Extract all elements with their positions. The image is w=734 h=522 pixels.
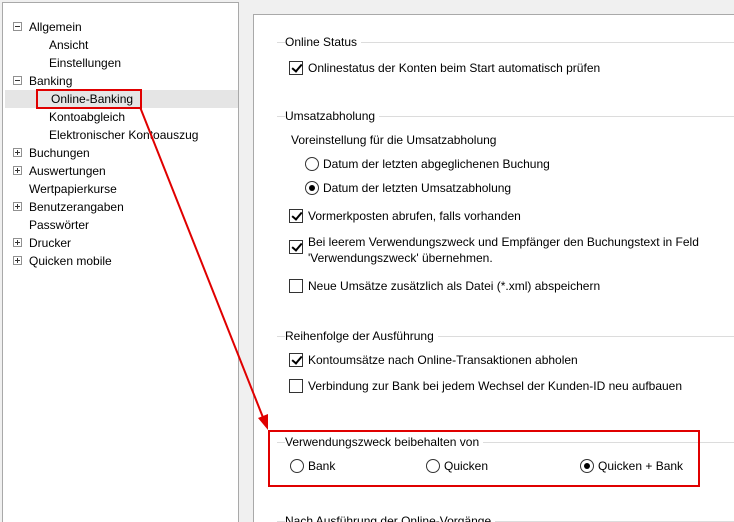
group-title: Online Status — [285, 34, 362, 50]
settings-tree[interactable]: Allgemein Ansicht Einstellungen Banking … — [2, 2, 239, 522]
highlight-box-online-banking — [36, 89, 142, 109]
expand-icon[interactable] — [13, 238, 22, 247]
group-reihenfolge: Reihenfolge der Ausführung — [277, 328, 734, 344]
tree-item-kontoabgleich[interactable]: Kontoabgleich — [47, 108, 127, 126]
group-online-status: Online Status — [277, 34, 734, 50]
auto-check-status-checkbox[interactable]: Onlinestatus der Konten beim Start autom… — [289, 60, 600, 76]
highlight-box-verwendungszweck — [268, 430, 700, 487]
tree-item-drucker[interactable]: Drucker — [13, 234, 73, 252]
tree-item-benutzerangaben[interactable]: Benutzerangaben — [13, 198, 126, 216]
checkbox-checked-icon[interactable] — [289, 209, 303, 223]
save-xml-checkbox[interactable]: Neue Umsätze zusätzlich als Datei (*.xml… — [289, 278, 600, 294]
checkbox-checked-icon[interactable] — [289, 353, 303, 367]
radio-last-fetch[interactable]: Datum der letzten Umsatzabholung — [305, 180, 511, 196]
kontoumsaetze-checkbox[interactable]: Kontoumsätze nach Online-Transaktionen a… — [289, 352, 578, 368]
group-title: Nach Ausführung der Online-Vorgänge — [285, 513, 496, 522]
tree-item-passwoerter[interactable]: Passwörter — [27, 216, 91, 234]
radio-unselected-icon[interactable] — [305, 157, 319, 171]
tree-item-wertpapierkurse[interactable]: Wertpapierkurse — [27, 180, 119, 198]
tree-item-ansicht[interactable]: Ansicht — [47, 36, 90, 54]
tree-item-elektronischer-kontoauszug[interactable]: Elektronischer Kontoauszug — [47, 126, 200, 144]
expand-icon[interactable] — [13, 256, 22, 265]
collapse-icon[interactable] — [13, 22, 22, 31]
tree-item-auswertungen[interactable]: Auswertungen — [13, 162, 108, 180]
tree-item-banking[interactable]: Banking — [13, 72, 74, 90]
checkbox-unchecked-icon[interactable] — [289, 279, 303, 293]
checkbox-checked-icon[interactable] — [289, 61, 303, 75]
umsatzabholung-subtitle: Voreinstellung für die Umsatzabholung — [291, 133, 497, 147]
expand-icon[interactable] — [13, 148, 22, 157]
tree-item-quicken-mobile[interactable]: Quicken mobile — [13, 252, 114, 270]
collapse-icon[interactable] — [13, 76, 22, 85]
tree-item-allgemein[interactable]: Allgemein — [13, 18, 84, 36]
radio-selected-icon[interactable] — [305, 181, 319, 195]
verbindung-checkbox[interactable]: Verbindung zur Bank bei jedem Wechsel de… — [289, 378, 682, 394]
group-umsatzabholung: Umsatzabholung — [277, 108, 734, 124]
tree-item-buchungen[interactable]: Buchungen — [13, 144, 92, 162]
radio-last-reconciled[interactable]: Datum der letzten abgeglichenen Buchung — [305, 156, 550, 172]
group-title: Reihenfolge der Ausführung — [285, 328, 438, 344]
expand-icon[interactable] — [13, 166, 22, 175]
vormerkposten-checkbox[interactable]: Vormerkposten abrufen, falls vorhanden — [289, 208, 521, 224]
checkbox-checked-icon[interactable] — [289, 240, 303, 254]
buchungstext-checkbox[interactable]: Bei leerem Verwendungszweck und Empfänge… — [289, 234, 699, 266]
group-title: Umsatzabholung — [285, 108, 380, 124]
expand-icon[interactable] — [13, 202, 22, 211]
tree-item-einstellungen[interactable]: Einstellungen — [47, 54, 123, 72]
checkbox-unchecked-icon[interactable] — [289, 379, 303, 393]
